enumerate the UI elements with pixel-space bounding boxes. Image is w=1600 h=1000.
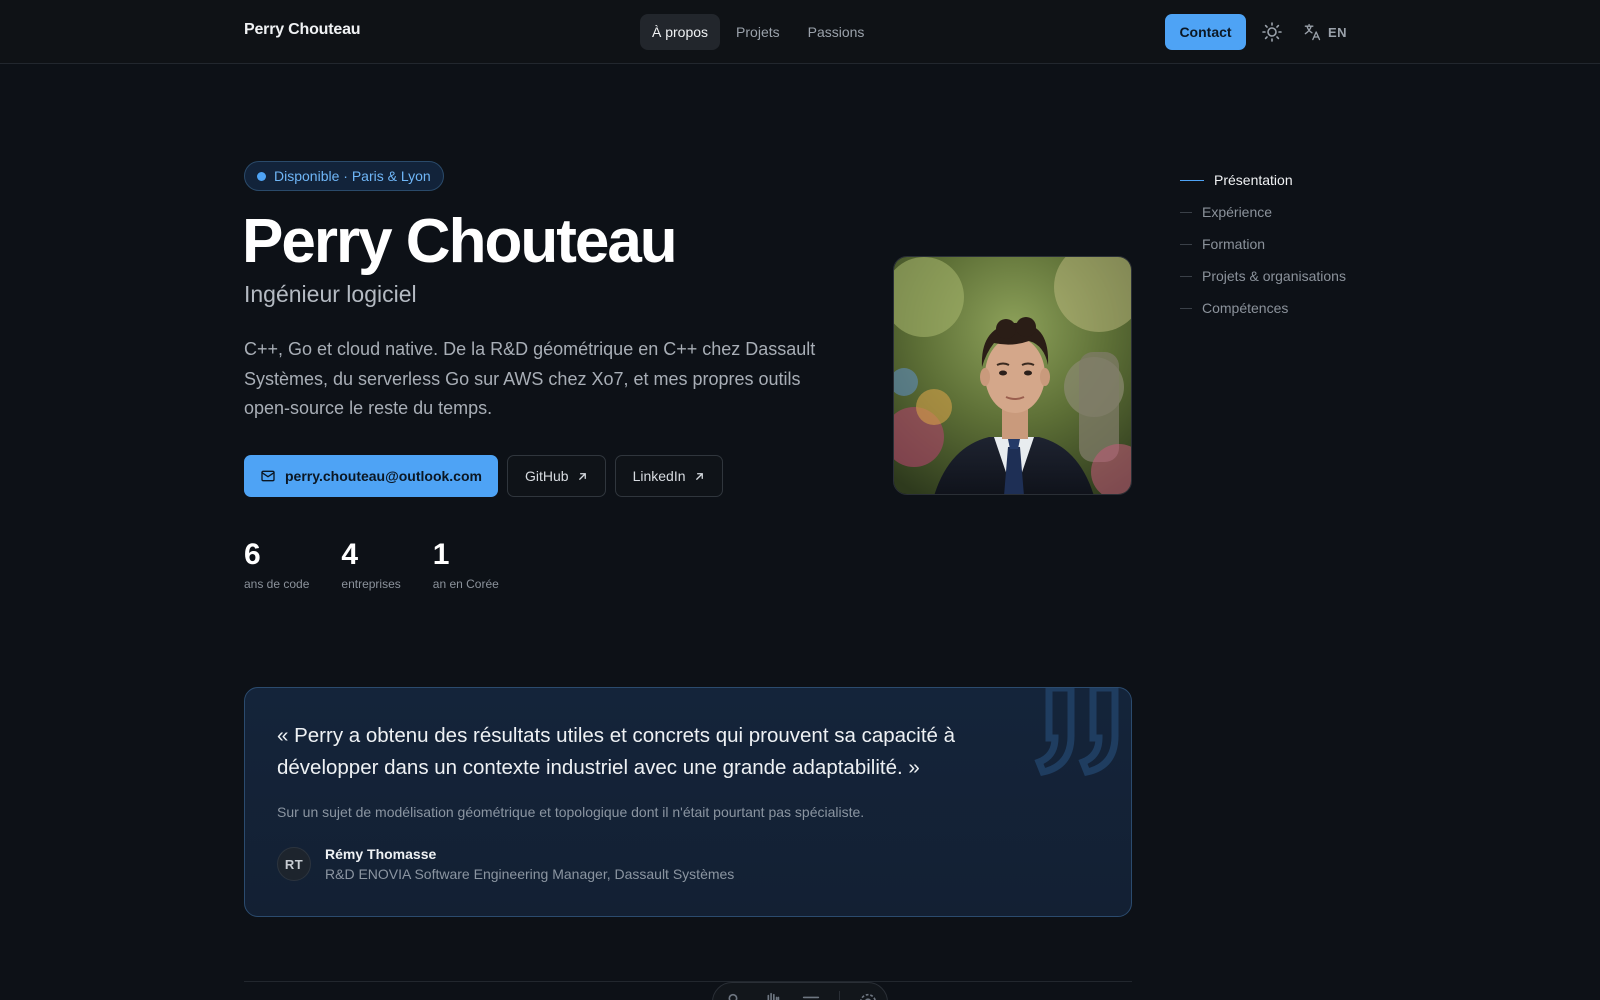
toc-label: Présentation [1214, 172, 1293, 188]
linkedin-button[interactable]: LinkedIn [614, 455, 723, 497]
portrait-illustration [894, 257, 1131, 494]
nav-item-projets[interactable]: Projets [724, 14, 792, 50]
brand-name[interactable]: Perry Chouteau [244, 21, 361, 39]
stat-label: ans de code [244, 577, 310, 591]
toc-item-experience[interactable]: Expérience [1180, 196, 1346, 228]
status-dot [257, 171, 266, 181]
stat-value: 6 [244, 538, 261, 571]
mail-icon [261, 470, 275, 482]
hero-role: Ingénieur logiciel [244, 281, 417, 307]
nav-item-passions[interactable]: Passions [796, 14, 877, 50]
nav-item-a-propos[interactable]: À propos [640, 14, 721, 50]
linkedin-label: LinkedIn [632, 468, 686, 484]
menu-icon[interactable] [800, 991, 822, 1000]
toc-label: Compétences [1202, 300, 1289, 316]
hand-icon[interactable] [761, 991, 783, 1000]
stats-row: 6 ans de code 4 entreprises 1 an en Coré… [244, 537, 499, 591]
language-switcher[interactable]: EN [1302, 20, 1347, 44]
email-label: perry.chouteau@outlook.com [285, 468, 482, 484]
contact-button[interactable]: Contact [1165, 14, 1246, 50]
stat-label: entreprises [341, 577, 401, 591]
stat-value: 4 [341, 538, 359, 571]
cta-row: perry.chouteau@outlook.com GitHub Linked… [244, 455, 723, 497]
toc-label: Expérience [1202, 204, 1273, 220]
stat-value: 1 [432, 538, 450, 571]
github-label: GitHub [524, 468, 569, 484]
top-navbar: Perry Chouteau À propos Projets Passions… [0, 0, 1600, 64]
email-button[interactable]: perry.chouteau@outlook.com [244, 455, 498, 497]
availability-badge: Disponible · Paris & Lyon [244, 161, 444, 191]
external-link-icon [695, 472, 703, 480]
testimonial-card: « Perry a obtenu des résultats utiles et… [244, 687, 1132, 917]
sun-icon [1262, 22, 1282, 42]
external-link-icon [578, 472, 586, 480]
section-divider [244, 981, 1132, 982]
author-title: R&D ENOVIA Software Engineering Manager,… [325, 866, 735, 882]
user-icon[interactable] [722, 991, 744, 1000]
toc-item-projets-organisations[interactable]: Projets & organisations [1180, 260, 1346, 292]
testimonial-author: RT Rémy Thomasse R&D ENOVIA Software Eng… [277, 846, 734, 882]
avatar: RT [277, 847, 311, 881]
testimonial-quote: « Perry a obtenu des résultats utiles et… [277, 724, 956, 779]
toc-indicator [1180, 211, 1192, 213]
toc-indicator [1180, 243, 1192, 245]
stat-item: 6 ans de code [244, 537, 309, 591]
testimonial-context: Sur un sujet de modélisation géométrique… [277, 804, 865, 820]
hero-name: Perry Chouteau [242, 207, 678, 276]
stat-item: 4 entreprises [341, 537, 400, 591]
main-nav: À propos Projets Passions [640, 14, 876, 50]
settings-icon[interactable] [857, 991, 879, 1000]
stat-item: 1 an en Corée [433, 537, 499, 591]
availability-text: Disponible · Paris & Lyon [274, 168, 431, 184]
github-button[interactable]: GitHub [506, 455, 606, 497]
profile-photo [893, 256, 1132, 495]
theme-toggle-button[interactable] [1260, 20, 1284, 44]
section-toc: Présentation Expérience Formation Projet… [1180, 164, 1346, 324]
toc-item-presentation[interactable]: Présentation [1180, 164, 1346, 196]
stat-label: an en Corée [432, 577, 499, 591]
toc-indicator [1180, 307, 1192, 309]
toc-label: Projets & organisations [1202, 268, 1346, 284]
hero-bio: C++, Go et cloud native. De la R&D géomé… [244, 339, 816, 418]
language-label: EN [1328, 24, 1348, 40]
floating-dock [712, 982, 888, 1000]
quote-mark-icon [1034, 688, 1119, 777]
toc-indicator [1180, 275, 1192, 277]
dock-separator [838, 991, 840, 1000]
toc-item-competences[interactable]: Compétences [1180, 292, 1346, 324]
translate-icon [1304, 23, 1321, 41]
toc-item-formation[interactable]: Formation [1180, 228, 1346, 260]
author-name: Rémy Thomasse [325, 846, 437, 862]
toc-indicator [1180, 179, 1204, 181]
toc-label: Formation [1202, 236, 1266, 252]
